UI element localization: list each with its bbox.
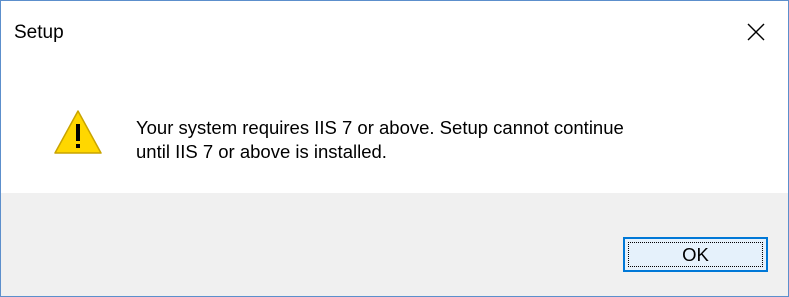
close-icon: [747, 23, 765, 41]
ok-button[interactable]: OK: [623, 237, 768, 272]
dialog-title: Setup: [14, 22, 64, 43]
title-bar: Setup: [1, 1, 788, 63]
dialog-content: Your system requires IIS 7 or above. Set…: [1, 63, 788, 193]
dialog-footer: OK: [1, 193, 788, 296]
message-text: Your system requires IIS 7 or above. Set…: [136, 116, 756, 164]
close-button[interactable]: [724, 1, 788, 63]
setup-dialog: Setup Your system requires IIS 7 or abov…: [0, 0, 789, 297]
message-line-2: until IIS 7 or above is installed.: [136, 141, 387, 162]
warning-icon: [54, 110, 102, 154]
ok-button-label: OK: [682, 243, 709, 265]
message-line-1: Your system requires IIS 7 or above. Set…: [136, 117, 624, 138]
